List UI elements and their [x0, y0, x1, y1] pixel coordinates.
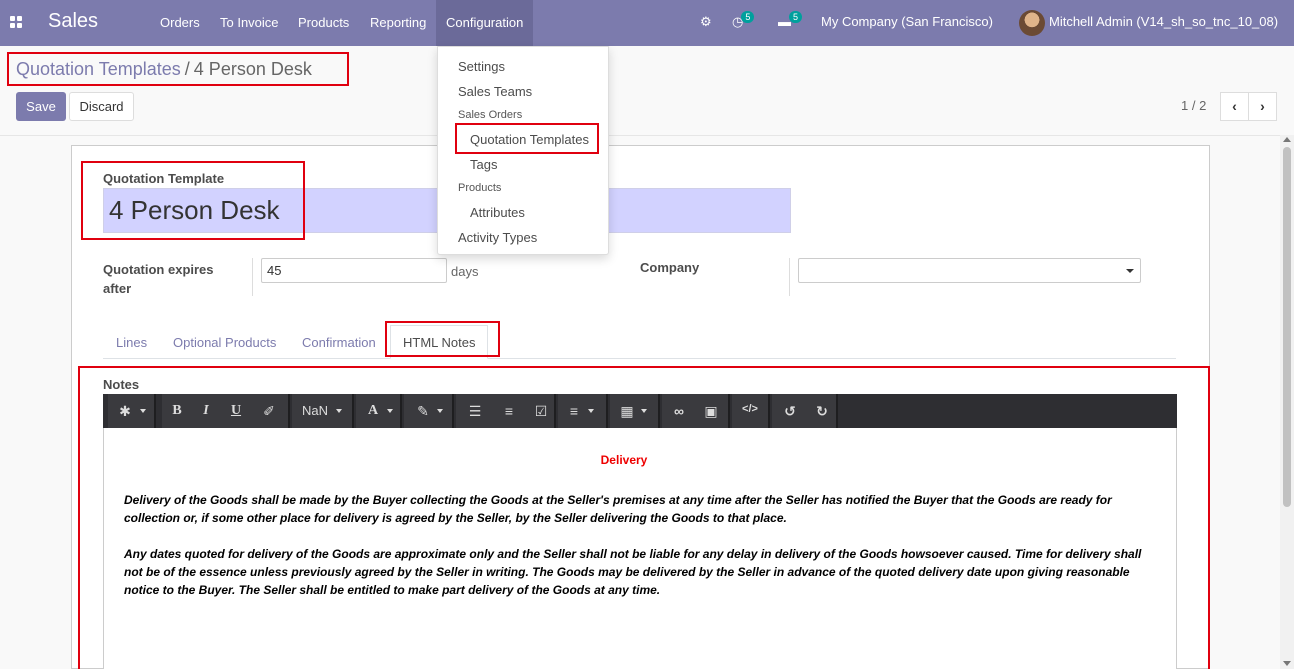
menu-to-invoice[interactable]: To Invoice — [220, 15, 279, 30]
pager-previous-button[interactable]: ‹ — [1220, 92, 1249, 121]
pager-next-button[interactable]: › — [1248, 92, 1277, 121]
save-button[interactable]: Save — [16, 92, 66, 121]
chevron-down-icon — [1126, 269, 1134, 273]
tab-lines[interactable]: Lines — [116, 335, 147, 350]
menu-header-sales-orders: Sales Orders — [458, 109, 523, 121]
scrollbar-thumb[interactable] — [1283, 147, 1291, 507]
discard-button[interactable]: Discard — [69, 92, 134, 121]
pager-value[interactable]: 1 / 2 — [1181, 98, 1206, 113]
user-menu[interactable]: Mitchell Admin (V14_sh_so_tnc_10_08) — [1049, 14, 1278, 29]
messages-icon[interactable]: ▬ 5 — [778, 11, 804, 29]
top-navbar: Sales Orders To Invoice Products Reporti… — [0, 0, 1294, 46]
company-switcher[interactable]: My Company (San Francisco) — [821, 14, 993, 29]
apps-menu-icon[interactable] — [10, 16, 23, 29]
menu-item-sales-teams[interactable]: Sales Teams — [458, 84, 532, 99]
highlight-quotation-templates-menu — [455, 123, 599, 154]
field-separator — [252, 258, 253, 296]
menu-products[interactable]: Products — [298, 15, 349, 30]
debug-icon[interactable]: ⚙ — [700, 14, 712, 30]
tab-optional-products[interactable]: Optional Products — [173, 335, 276, 350]
chevron-right-icon: › — [1260, 98, 1265, 114]
tab-confirmation[interactable]: Confirmation — [302, 335, 376, 350]
user-avatar[interactable] — [1019, 10, 1045, 36]
menu-reporting[interactable]: Reporting — [370, 15, 426, 30]
company-label: Company — [640, 260, 700, 275]
menu-item-activity-types[interactable]: Activity Types — [458, 230, 537, 245]
menu-orders[interactable]: Orders — [160, 15, 200, 30]
messages-badge: 5 — [789, 11, 803, 23]
highlight-template-name — [81, 161, 305, 240]
scrollbar[interactable] — [1280, 135, 1294, 669]
expires-input[interactable]: 45 — [261, 258, 447, 283]
expires-label: Quotation expires after — [103, 262, 214, 296]
scroll-up-icon[interactable] — [1283, 137, 1291, 142]
menu-header-products: Products — [458, 182, 502, 194]
app-name[interactable]: Sales — [48, 10, 98, 33]
scroll-down-icon[interactable] — [1283, 661, 1291, 666]
activity-icon[interactable]: ◷ 5 — [732, 11, 756, 30]
highlight-html-notes-tab — [385, 321, 500, 357]
menu-configuration[interactable]: Configuration — [436, 0, 534, 46]
menu-item-attributes[interactable]: Attributes — [470, 205, 525, 220]
activity-badge: 5 — [741, 11, 755, 23]
expires-unit: days — [451, 264, 479, 279]
menu-item-tags[interactable]: Tags — [470, 157, 497, 172]
tab-bar — [103, 358, 1176, 359]
company-separator — [789, 258, 790, 296]
highlight-notes-section — [78, 366, 1210, 669]
menu-item-settings[interactable]: Settings — [458, 59, 505, 74]
company-select[interactable] — [798, 258, 1141, 283]
highlight-breadcrumb — [7, 52, 349, 86]
chevron-left-icon: ‹ — [1232, 98, 1237, 114]
